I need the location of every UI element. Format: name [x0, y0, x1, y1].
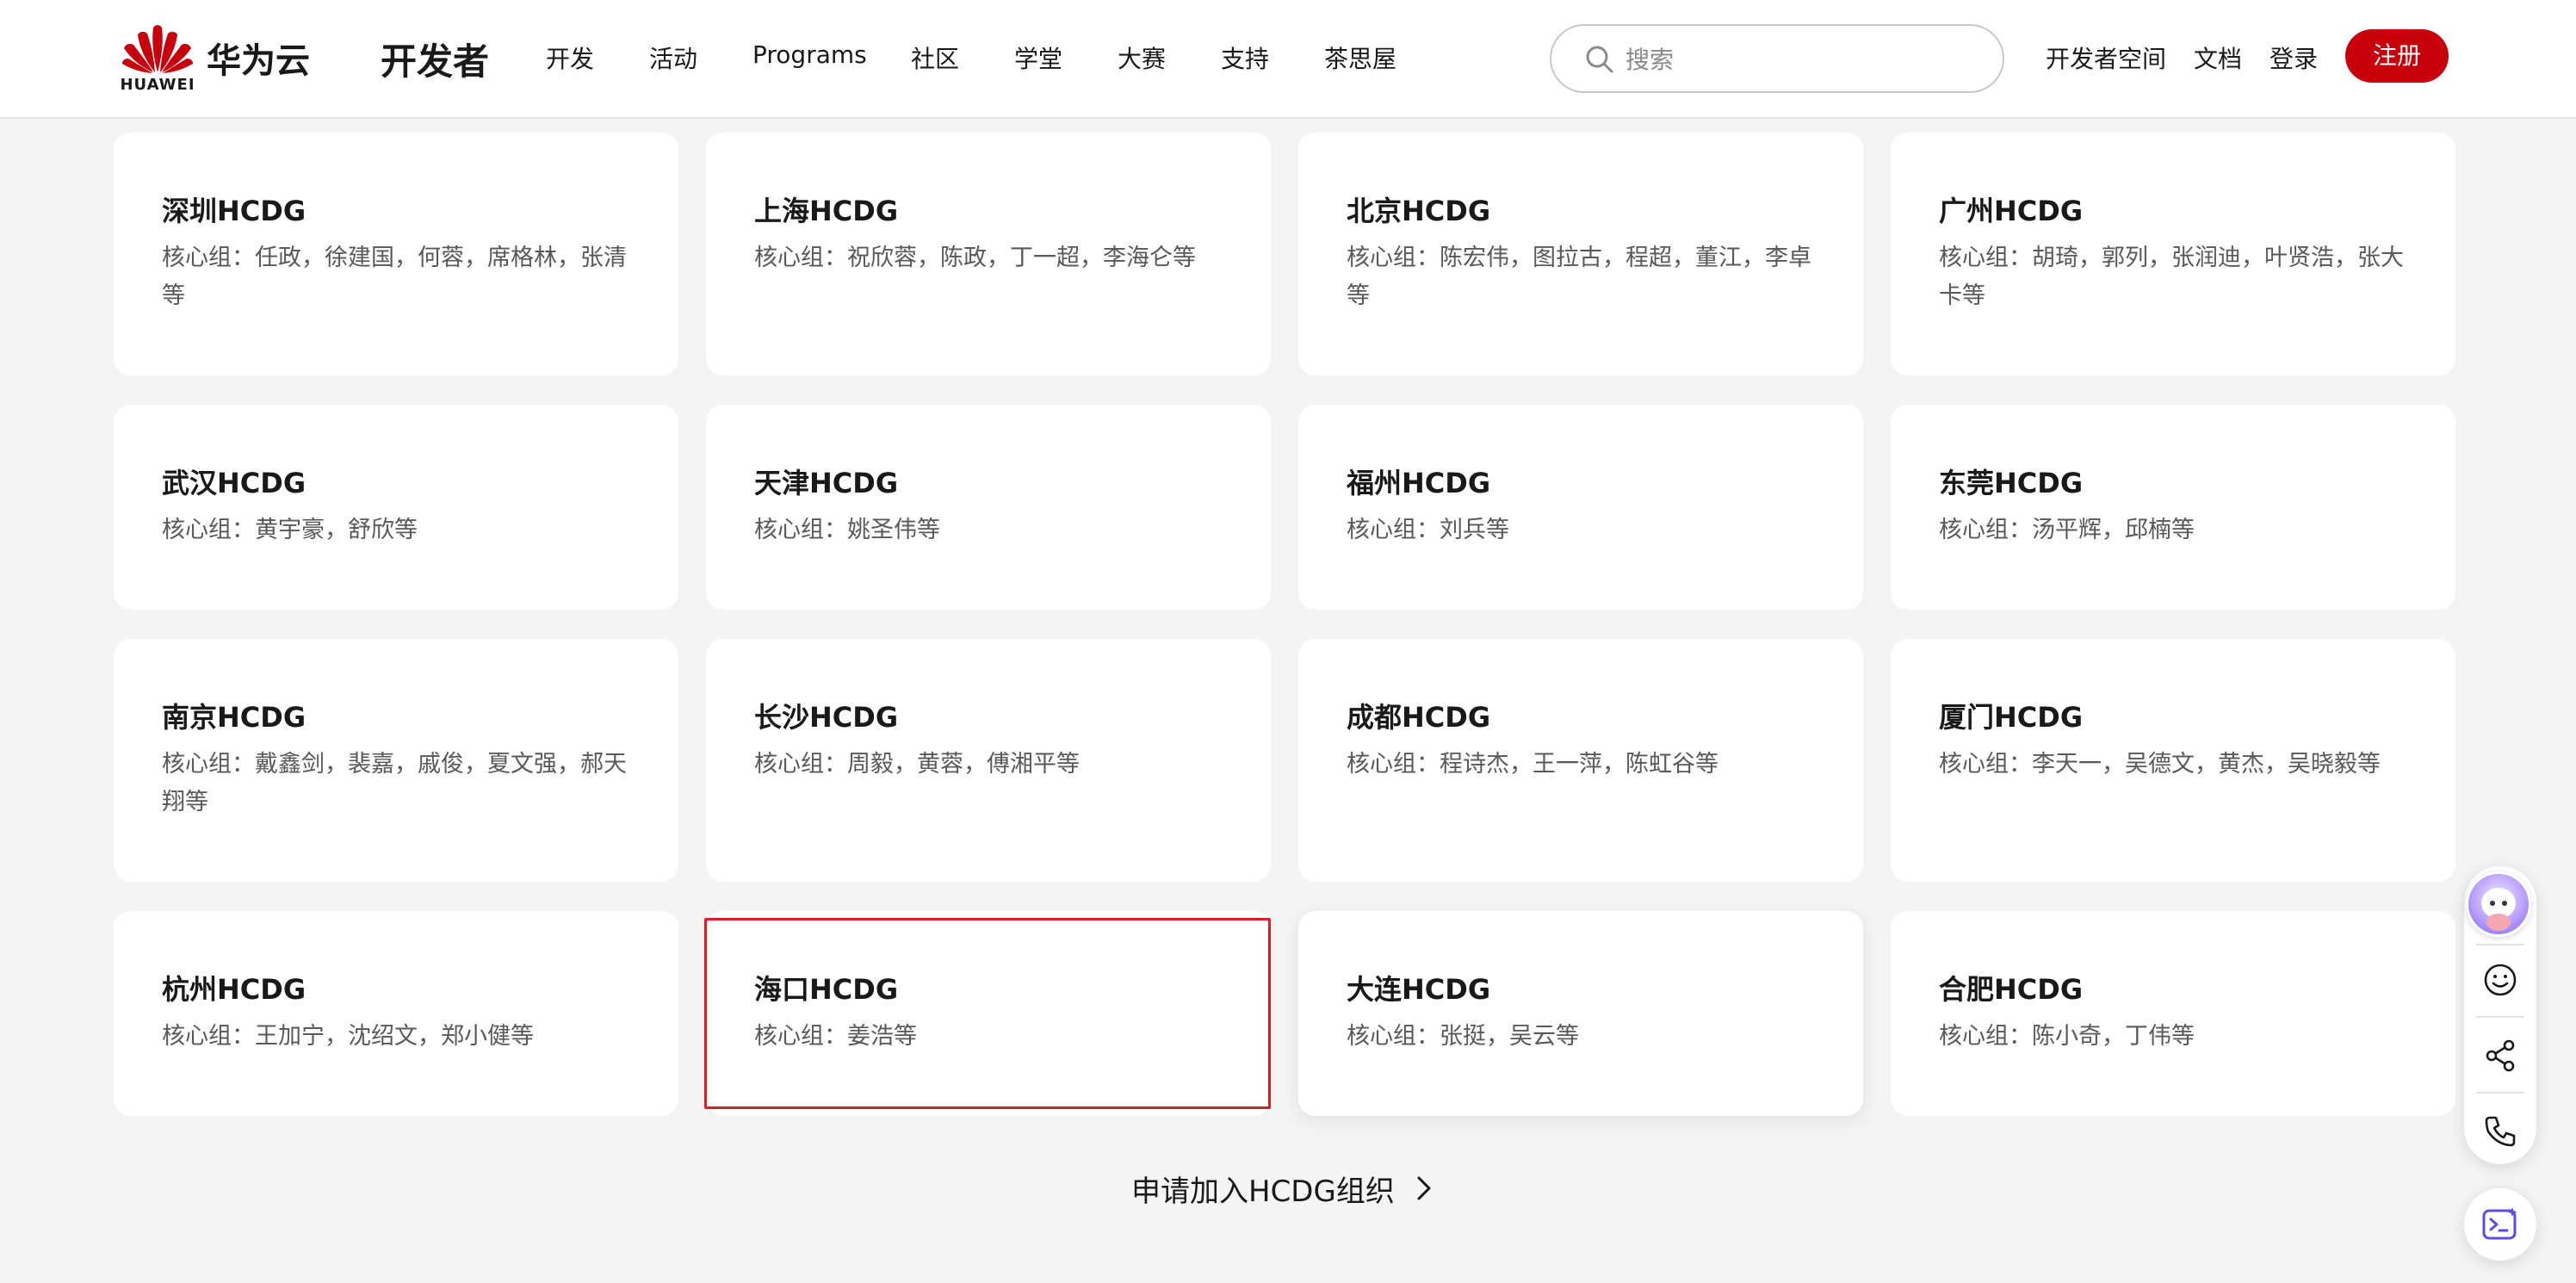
- assistant-avatar-icon[interactable]: [2466, 871, 2531, 937]
- card-description: 核心组：姚圣伟等: [754, 517, 940, 543]
- card-title: 深圳HCDG: [162, 195, 307, 227]
- hcdg-card-shanghai[interactable]: 上海HCDG 核心组：祝欣蓉，陈政，丁一超，李海仑等: [706, 133, 1271, 375]
- card-title: 广州HCDG: [1939, 195, 2084, 227]
- search-icon: [1586, 46, 1613, 73]
- hcdg-card-fuzhou[interactable]: 福州HCDG 核心组：刘兵等: [1298, 405, 1863, 610]
- card-description: 核心组：祝欣蓉，陈政，丁一超，李海仑等: [754, 245, 1196, 271]
- assistant-face-icon: [2481, 888, 2516, 931]
- hcdg-card-changsha[interactable]: 长沙HCDG 核心组：周毅，黄蓉，傅湘平等: [706, 639, 1271, 882]
- docs-link[interactable]: 文档: [2194, 40, 2242, 75]
- brand-name[interactable]: 华为云: [207, 33, 310, 83]
- login-link[interactable]: 登录: [2269, 40, 2318, 75]
- hcdg-card-nanjing[interactable]: 南京HCDG 核心组：戴鑫剑，裴嘉，戚俊，夏文强，郝天翔等: [114, 639, 678, 882]
- card-title: 厦门HCDG: [1939, 701, 2084, 734]
- hcdg-card-xiamen[interactable]: 厦门HCDG 核心组：李天一，吴德文，黄杰，吴晓毅等: [1891, 639, 2455, 882]
- card-title: 武汉HCDG: [162, 467, 307, 499]
- hcdg-card-hefei[interactable]: 合肥HCDG 核心组：陈小奇，丁伟等: [1891, 911, 2455, 1116]
- hcdg-card-tianjin[interactable]: 天津HCDG 核心组：姚圣伟等: [706, 405, 1271, 610]
- card-description: 核心组：任政，徐建国，何蓉，席格林，张清等: [162, 245, 627, 309]
- card-title: 上海HCDG: [754, 195, 899, 227]
- card-description: 核心组：姜浩等: [754, 1023, 917, 1050]
- top-header: HUAWEI 华为云 开发者 开发 活动 Programs 社区 学堂 大赛 支…: [0, 0, 2576, 119]
- toolbar-divider: [2476, 1016, 2524, 1018]
- hcdg-card-dalian[interactable]: 大连HCDG 核心组：张挺，吴云等: [1298, 911, 1863, 1116]
- huawei-petal-icon: [122, 25, 193, 73]
- developer-space-link[interactable]: 开发者空间: [2046, 40, 2166, 75]
- hcdg-card-guangzhou[interactable]: 广州HCDG 核心组：胡琦，郭列，张润迪，叶贤浩，张大卡等: [1891, 133, 2455, 375]
- card-title: 成都HCDG: [1347, 701, 1491, 734]
- card-description: 核心组：王加宁，沈绍文，郑小健等: [162, 1023, 534, 1050]
- nav-item-activities[interactable]: 活动: [649, 40, 697, 75]
- card-description: 核心组：周毅，黄蓉，傅湘平等: [754, 751, 1080, 778]
- hcdg-card-hangzhou[interactable]: 杭州HCDG 核心组：王加宁，沈绍文，郑小健等: [114, 911, 678, 1116]
- join-hcdg-link[interactable]: 申请加入HCDG组织: [1131, 1168, 1395, 1210]
- ai-assistant-button[interactable]: [2464, 1188, 2536, 1261]
- chevron-right-icon[interactable]: [1414, 1175, 1434, 1202]
- phone-icon[interactable]: [2480, 1111, 2521, 1152]
- smile-icon[interactable]: [2480, 959, 2521, 1001]
- logo-text: HUAWEI: [120, 76, 195, 94]
- search-box[interactable]: [1550, 24, 2004, 93]
- hcdg-card-wuhan[interactable]: 武汉HCDG 核心组：黄宇豪，舒欣等: [114, 405, 678, 610]
- hcdg-card-chengdu[interactable]: 成都HCDG 核心组：程诗杰，王一萍，陈虹谷等: [1298, 639, 1863, 882]
- share-icon[interactable]: [2480, 1035, 2521, 1076]
- ai-terminal-icon: [2482, 1207, 2517, 1240]
- hcdg-card-beijing[interactable]: 北京HCDG 核心组：陈宏伟，图拉古，程超，董江，李卓等: [1298, 133, 1863, 375]
- card-description: 核心组：程诗杰，王一萍，陈虹谷等: [1347, 751, 1718, 778]
- toolbar-divider: [2476, 944, 2524, 945]
- hcdg-card-dongguan[interactable]: 东莞HCDG 核心组：汤平辉，邱楠等: [1891, 405, 2455, 610]
- card-title: 海口HCDG: [754, 973, 899, 1006]
- card-description: 核心组：张挺，吴云等: [1347, 1023, 1579, 1050]
- card-title: 合肥HCDG: [1939, 973, 2084, 1006]
- card-description: 核心组：汤平辉，邱楠等: [1939, 517, 2195, 543]
- developer-title[interactable]: 开发者: [381, 33, 489, 85]
- nav-item-tea-house[interactable]: 茶思屋: [1324, 40, 1396, 75]
- card-description: 核心组：刘兵等: [1347, 517, 1509, 543]
- card-title: 长沙HCDG: [754, 701, 899, 734]
- hcdg-card-shenzhen[interactable]: 深圳HCDG 核心组：任政，徐建国，何蓉，席格林，张清等: [114, 133, 678, 375]
- huawei-logo[interactable]: HUAWEI: [119, 22, 196, 94]
- card-title: 北京HCDG: [1347, 195, 1491, 227]
- nav-item-community[interactable]: 社区: [911, 40, 959, 75]
- nav-item-academy[interactable]: 学堂: [1014, 40, 1062, 75]
- toolbar-divider: [2476, 1092, 2524, 1094]
- card-description: 核心组：李天一，吴德文，黄杰，吴晓毅等: [1939, 751, 2381, 778]
- nav-item-support[interactable]: 支持: [1221, 40, 1269, 75]
- card-description: 核心组：陈小奇，丁伟等: [1939, 1023, 2195, 1050]
- card-description: 核心组：胡琦，郭列，张润迪，叶贤浩，张大卡等: [1939, 245, 2404, 309]
- nav-item-competition[interactable]: 大赛: [1118, 40, 1166, 75]
- card-description: 核心组：陈宏伟，图拉古，程超，董江，李卓等: [1347, 245, 1811, 309]
- card-title: 大连HCDG: [1347, 973, 1491, 1006]
- nav-item-programs[interactable]: Programs: [752, 40, 867, 69]
- nav-item-develop[interactable]: 开发: [546, 40, 594, 75]
- register-button[interactable]: 注册: [2345, 29, 2449, 83]
- card-title: 杭州HCDG: [162, 973, 307, 1006]
- hcdg-card-haikou[interactable]: 海口HCDG 核心组：姜浩等: [706, 911, 1271, 1116]
- search-input[interactable]: [1625, 41, 1970, 77]
- card-title: 南京HCDG: [162, 701, 307, 734]
- card-title: 天津HCDG: [754, 467, 899, 499]
- card-title: 东莞HCDG: [1939, 467, 2084, 499]
- card-description: 核心组：戴鑫剑，裴嘉，戚俊，夏文强，郝天翔等: [162, 751, 627, 815]
- card-description: 核心组：黄宇豪，舒欣等: [162, 517, 418, 543]
- card-title: 福州HCDG: [1347, 467, 1491, 499]
